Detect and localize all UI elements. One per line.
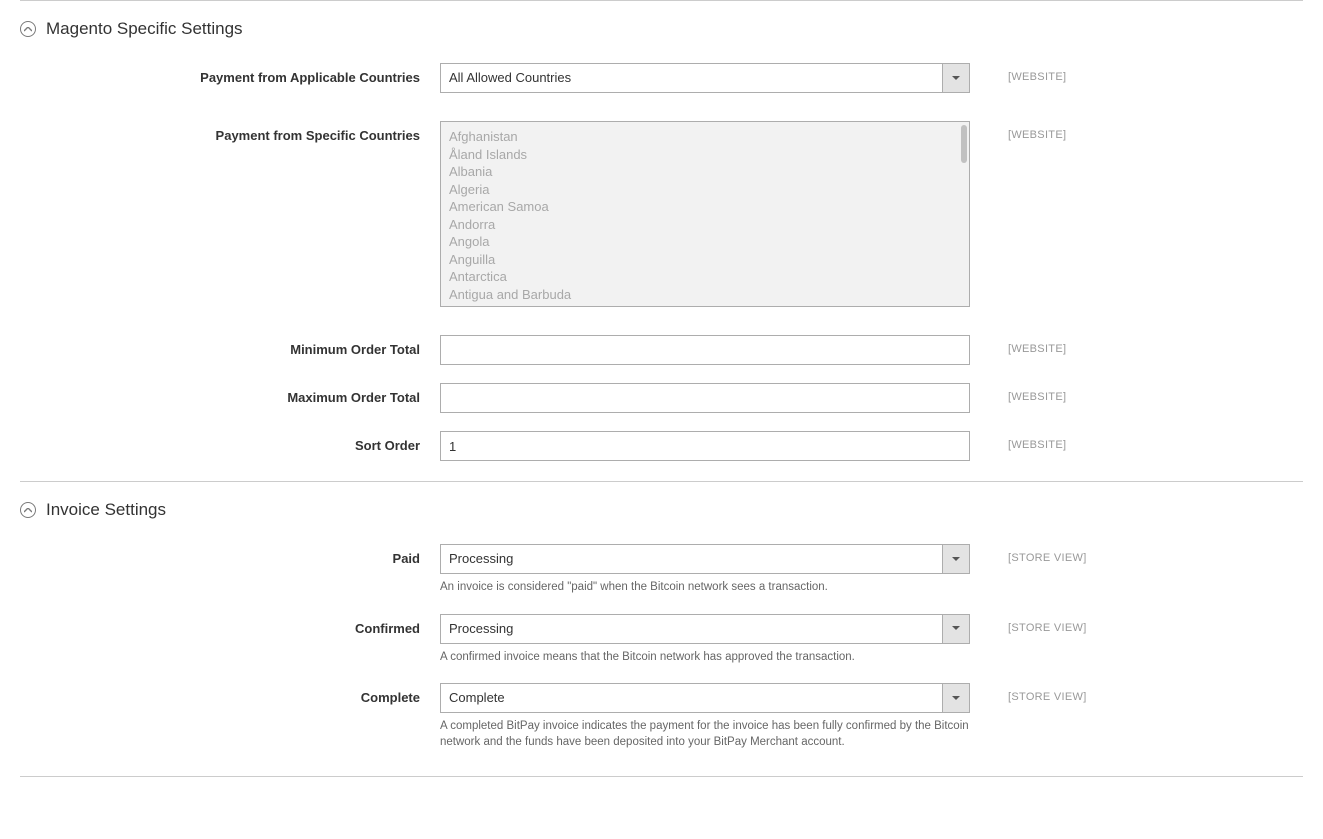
applicable-countries-select[interactable]: All Allowed Countries	[440, 63, 970, 93]
field-label: Payment from Applicable Countries	[20, 63, 440, 85]
scope-label: [WEBSITE]	[970, 63, 1120, 83]
field-label: Complete	[20, 683, 440, 705]
list-item[interactable]: Afghanistan	[441, 128, 969, 146]
chevron-up-icon	[20, 21, 36, 37]
field-sort-order: Sort Order [WEBSITE]	[20, 431, 1303, 461]
field-note: An invoice is considered "paid" when the…	[440, 574, 970, 596]
scope-label: [STORE VIEW]	[970, 683, 1120, 703]
scope-label: [STORE VIEW]	[970, 544, 1120, 564]
field-note: A completed BitPay invoice indicates the…	[440, 713, 970, 750]
scope-label: [WEBSITE]	[970, 121, 1120, 141]
select-value: Complete	[440, 683, 942, 713]
chevron-down-icon	[942, 614, 970, 644]
scope-label: [WEBSITE]	[970, 431, 1120, 451]
chevron-down-icon	[942, 63, 970, 93]
select-value: Processing	[440, 544, 942, 574]
select-value: All Allowed Countries	[440, 63, 942, 93]
specific-countries-multiselect[interactable]: Afghanistan Åland Islands Albania Algeri…	[440, 121, 970, 307]
confirmed-select[interactable]: Processing	[440, 614, 970, 644]
field-max-order-total: Maximum Order Total [WEBSITE]	[20, 383, 1303, 413]
select-value: Processing	[440, 614, 942, 644]
list-item[interactable]: Algeria	[441, 181, 969, 199]
field-paid: Paid Processing An invoice is considered…	[20, 544, 1303, 596]
list-item[interactable]: Åland Islands	[441, 146, 969, 164]
bottom-divider	[20, 776, 1303, 777]
field-applicable-countries: Payment from Applicable Countries All Al…	[20, 63, 1303, 93]
section-header-invoice[interactable]: Invoice Settings	[20, 482, 1303, 534]
field-label: Maximum Order Total	[20, 383, 440, 405]
chevron-down-icon	[942, 544, 970, 574]
section-invoice-settings: Invoice Settings Paid Processing An invo…	[20, 482, 1303, 776]
list-item[interactable]: Anguilla	[441, 251, 969, 269]
min-order-input[interactable]	[440, 335, 970, 365]
field-specific-countries: Payment from Specific Countries Afghanis…	[20, 121, 1303, 307]
section-title: Magento Specific Settings	[46, 19, 243, 39]
section-header-magento[interactable]: Magento Specific Settings	[20, 1, 1303, 53]
paid-select[interactable]: Processing	[440, 544, 970, 574]
list-item[interactable]: Albania	[441, 163, 969, 181]
complete-select[interactable]: Complete	[440, 683, 970, 713]
list-item[interactable]: American Samoa	[441, 198, 969, 216]
sort-order-input[interactable]	[440, 431, 970, 461]
section-body-magento: Payment from Applicable Countries All Al…	[20, 53, 1303, 481]
scope-label: [WEBSITE]	[970, 383, 1120, 403]
field-label: Minimum Order Total	[20, 335, 440, 357]
list-item[interactable]: Andorra	[441, 216, 969, 234]
scope-label: [WEBSITE]	[970, 335, 1120, 355]
scrollbar-thumb[interactable]	[961, 125, 967, 163]
chevron-down-icon	[942, 683, 970, 713]
field-label: Confirmed	[20, 614, 440, 636]
list-item[interactable]: Antarctica	[441, 268, 969, 286]
field-confirmed: Confirmed Processing A confirmed invoice…	[20, 614, 1303, 666]
field-complete: Complete Complete A completed BitPay inv…	[20, 683, 1303, 750]
section-magento-settings: Magento Specific Settings Payment from A…	[20, 1, 1303, 481]
field-min-order-total: Minimum Order Total [WEBSITE]	[20, 335, 1303, 365]
field-label: Payment from Specific Countries	[20, 121, 440, 143]
field-label: Paid	[20, 544, 440, 566]
section-body-invoice: Paid Processing An invoice is considered…	[20, 534, 1303, 776]
list-item[interactable]: Antigua and Barbuda	[441, 286, 969, 304]
chevron-up-icon	[20, 502, 36, 518]
list-item[interactable]: Angola	[441, 233, 969, 251]
field-label: Sort Order	[20, 431, 440, 453]
scope-label: [STORE VIEW]	[970, 614, 1120, 634]
section-title: Invoice Settings	[46, 500, 166, 520]
max-order-input[interactable]	[440, 383, 970, 413]
field-note: A confirmed invoice means that the Bitco…	[440, 644, 970, 666]
